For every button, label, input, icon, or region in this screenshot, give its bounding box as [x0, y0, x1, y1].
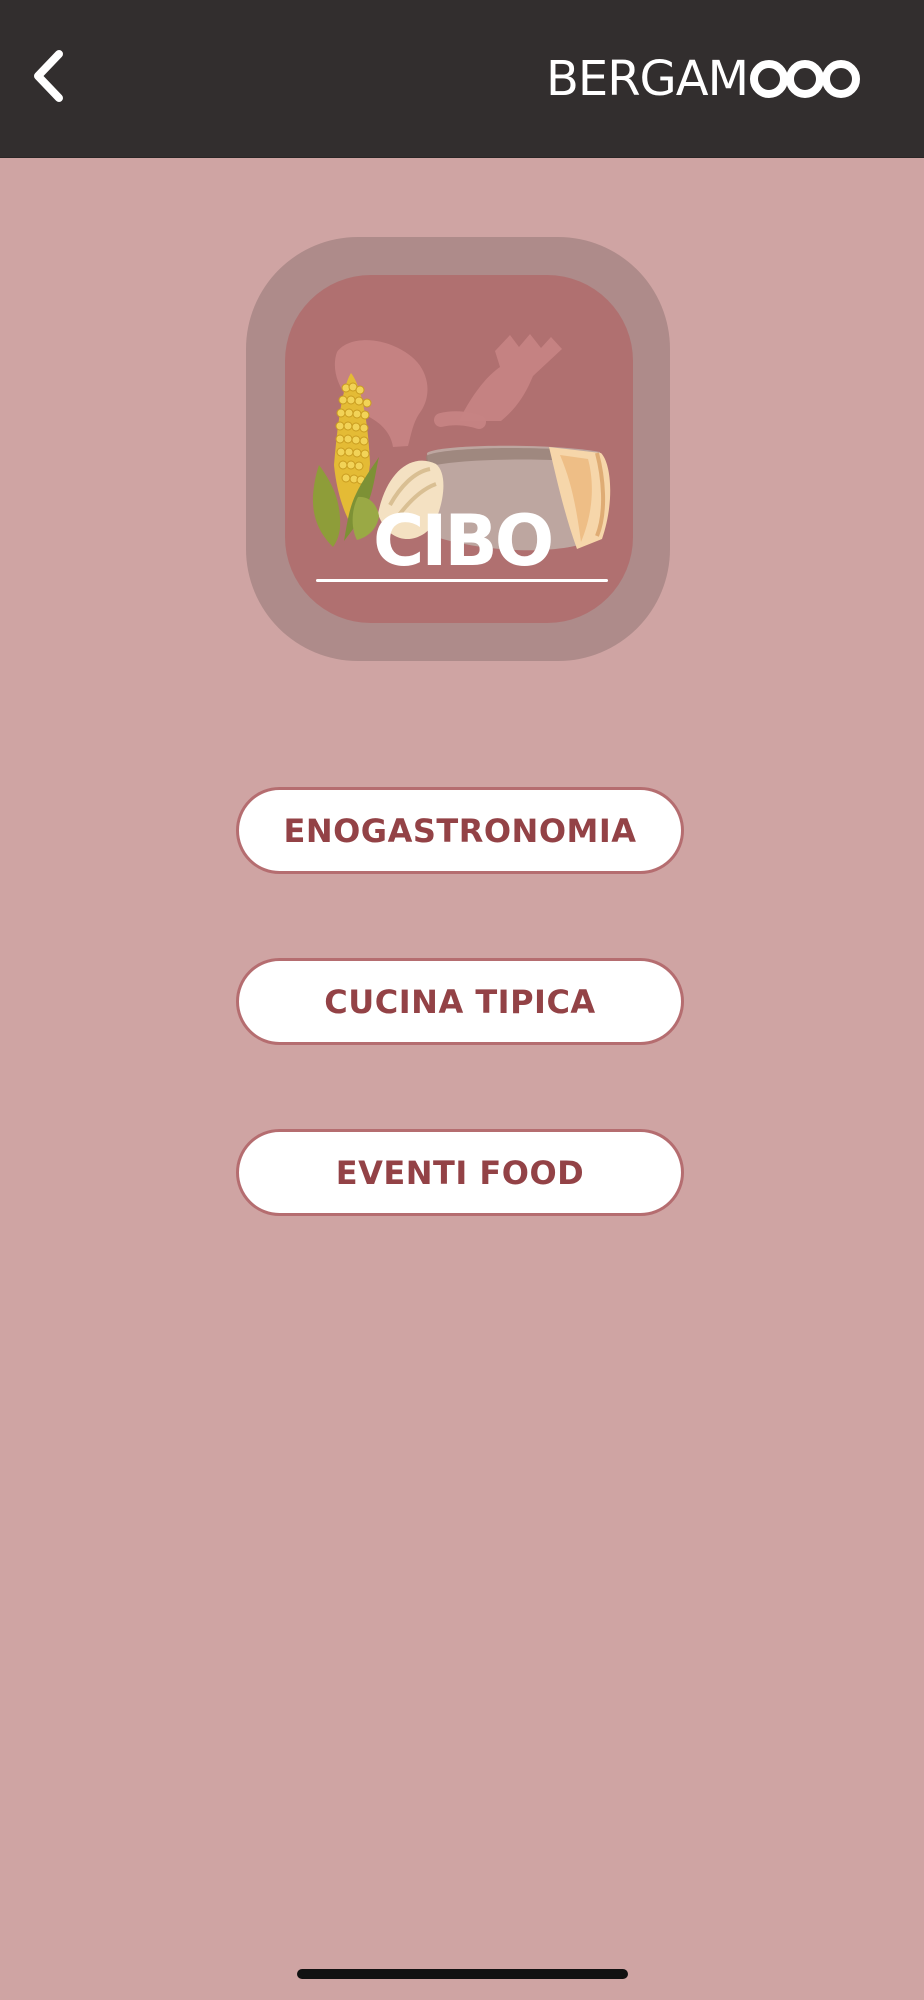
- eventi-food-button[interactable]: EVENTI FOOD: [236, 1129, 684, 1216]
- home-indicator[interactable]: [297, 1969, 628, 1979]
- back-arrow-icon: [34, 50, 63, 102]
- title-underline: [316, 579, 608, 582]
- food-category-icon: CIBO: [285, 275, 633, 623]
- top-header: BERGAM: [0, 0, 924, 158]
- back-button[interactable]: [26, 38, 94, 118]
- eventi-food-label: EVENTI FOOD: [335, 1153, 585, 1192]
- food-category-card: CIBO: [246, 237, 670, 661]
- category-title: CIBO: [373, 500, 554, 582]
- logo-text: BERGAM: [545, 51, 749, 107]
- enogastronomia-label: ENOGASTRONOMIA: [283, 811, 637, 850]
- cucina-tipica-label: CUCINA TIPICA: [324, 982, 596, 1021]
- cucina-tipica-button[interactable]: CUCINA TIPICA: [236, 958, 684, 1045]
- app-screen: BERGAM CIBO ENOGASTRONOMIA CUCINA TIPICA…: [0, 0, 924, 2000]
- enogastronomia-button[interactable]: ENOGASTRONOMIA: [236, 787, 684, 874]
- three-rings-icon: [750, 60, 860, 98]
- bergamooo-logo: BERGAM: [546, 51, 862, 107]
